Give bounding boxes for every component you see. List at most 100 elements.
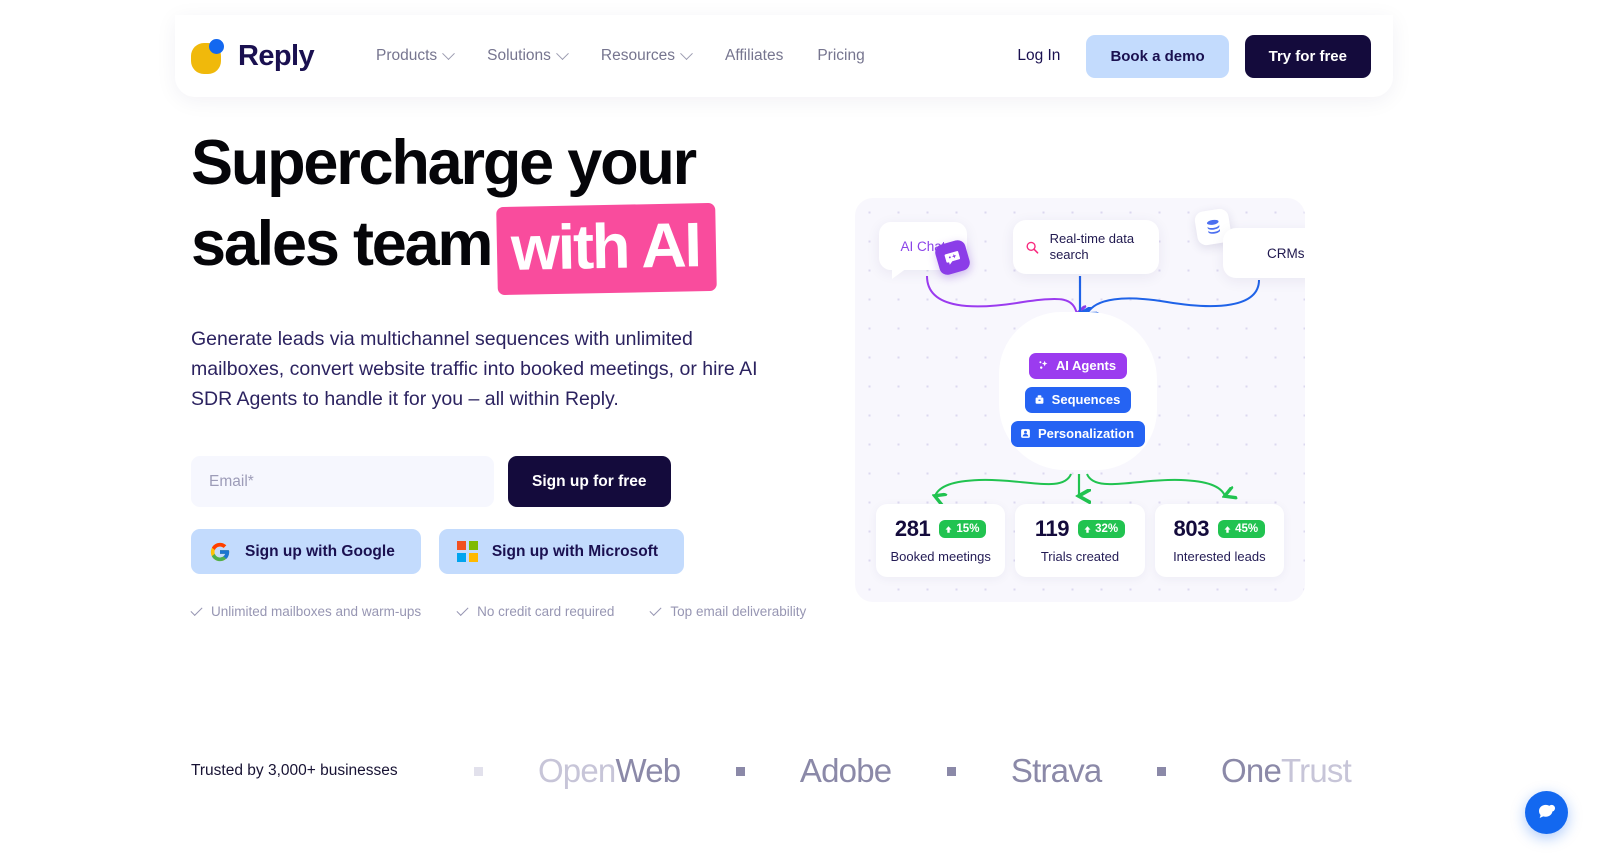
main-nav: Products Solutions Resources Affiliates … (375, 46, 865, 65)
nav-item-affiliates[interactable]: Affiliates (725, 47, 783, 65)
chat-glyph (944, 251, 960, 265)
source-card-crms: CRMs (1223, 228, 1305, 278)
book-demo-button[interactable]: Book a demo (1086, 34, 1229, 78)
check-label: No credit card required (477, 604, 615, 619)
check-icon (456, 603, 469, 617)
stat-card-interested-leads: 803 45% Interested leads (1154, 504, 1284, 577)
logo-adobe: Adobe (799, 752, 892, 789)
search-label: Real-time data search (1049, 231, 1135, 262)
pill-sequences: Sequences (1024, 387, 1132, 413)
pill-ai-agents: AI Agents (1028, 353, 1128, 379)
brand-logo[interactable]: Reply (191, 38, 315, 74)
stat-value: 803 (1173, 516, 1210, 541)
headline-line-2: sales team (191, 209, 493, 279)
sparkle-icon (1039, 360, 1048, 369)
stat-cards: 281 15% Booked meetings 119 32% Trials c… (876, 504, 1284, 577)
database-glyph (1206, 219, 1220, 234)
header-actions: Log In Book a demo Try for free (1007, 34, 1371, 78)
feature-checklist: Unlimited mailboxes and warm-ups No cred… (190, 603, 811, 619)
arrow-up-icon (1224, 525, 1231, 533)
stat-delta: 15% (956, 523, 980, 535)
pill-label: Sequences (1051, 392, 1121, 407)
nav-item-solutions[interactable]: Solutions (487, 46, 569, 65)
nav-label: Resources (600, 47, 676, 64)
stat-card-trials-created: 119 32% Trials created (1015, 504, 1145, 577)
headline-line-1: Supercharge your (191, 128, 697, 198)
chevron-down-icon (680, 46, 693, 60)
source-card-search: Real-time data search (1013, 220, 1159, 274)
separator-dot (946, 766, 956, 776)
trusted-by-strip: Trusted by 3,000+ businesses OpenWeb Ado… (191, 752, 1352, 790)
status-badge: 15% (939, 520, 987, 538)
login-link[interactable]: Log In (1007, 47, 1070, 65)
logo-onetrust-light: Trust (1281, 752, 1352, 789)
microsoft-icon (456, 541, 478, 562)
check-label: Unlimited mailboxes and warm-ups (211, 604, 422, 619)
stat-value: 119 (1034, 516, 1070, 541)
status-badge: 32% (1078, 520, 1126, 538)
trusted-label: Trusted by 3,000+ businesses (191, 762, 398, 779)
brand-name: Reply (238, 39, 315, 72)
pill-label: Personalization (1037, 426, 1135, 441)
check-item: No credit card required (456, 603, 615, 619)
stat-label: Trials created (1040, 549, 1120, 564)
separator-dot (473, 766, 483, 776)
hero-illustration: AI Chat Real-time data search CRMs AI Ag… (855, 198, 1305, 602)
contact-card-icon (1021, 429, 1030, 438)
page-title: Supercharge your sales team with AI (191, 124, 811, 296)
status-badge: 45% (1218, 520, 1266, 538)
email-field[interactable] (191, 456, 494, 507)
reply-logo-icon (191, 38, 227, 74)
sign-up-google-button[interactable]: Sign up with Google (191, 529, 421, 574)
separator-dot (1156, 766, 1166, 776)
headline-highlight: with AI (496, 202, 717, 296)
stat-top: 119 32% (1025, 516, 1134, 542)
chat-widget-icon (1539, 804, 1556, 818)
arrow-up-icon (1084, 525, 1091, 533)
check-item: Top email deliverability (649, 603, 807, 619)
hero-subtitle: Generate leads via multichannel sequence… (191, 328, 758, 410)
logo-openweb-light: Open (537, 752, 616, 789)
chat-widget-button[interactable] (1525, 791, 1568, 834)
check-icon (649, 603, 662, 617)
separator-dot (735, 766, 745, 776)
site-header: Reply Products Solutions Resources Affil… (175, 15, 1393, 97)
stat-label: Interested leads (1173, 549, 1266, 564)
logo-openweb: OpenWeb (537, 752, 681, 790)
stat-delta: 45% (1235, 523, 1259, 535)
check-icon (190, 603, 203, 617)
hero-content: Supercharge your sales team with AI Gener… (190, 124, 811, 619)
chevron-down-icon (442, 46, 456, 60)
nav-label: Solutions (487, 47, 551, 64)
stat-top: 281 15% (886, 516, 995, 542)
stat-top: 803 45% (1165, 516, 1274, 542)
google-label: Sign up with Google (245, 542, 395, 560)
check-item: Unlimited mailboxes and warm-ups (190, 603, 422, 619)
nav-item-resources[interactable]: Resources (600, 46, 693, 65)
try-for-free-button[interactable]: Try for free (1244, 34, 1371, 78)
logo-onetrust: OneTrust (1221, 752, 1352, 790)
crms-label: CRMs (1267, 245, 1305, 261)
nav-item-products[interactable]: Products (375, 46, 456, 65)
google-icon (210, 542, 230, 561)
hub-pills: AI Agents Sequences Personalization (999, 353, 1157, 447)
arrow-up-icon (945, 525, 952, 533)
stat-value: 281 (894, 516, 931, 541)
nav-label: Affiliates (725, 47, 784, 64)
stat-card-booked-meetings: 281 15% Booked meetings (876, 504, 1006, 577)
stat-label: Booked meetings (890, 549, 991, 564)
chevron-down-icon (556, 46, 569, 60)
sign-up-free-button[interactable]: Sign up for free (508, 456, 671, 507)
pill-label: AI Agents (1055, 358, 1117, 373)
search-icon (1026, 241, 1039, 254)
social-signup-row: Sign up with Google Sign up with Microso… (191, 529, 811, 574)
sign-up-microsoft-button[interactable]: Sign up with Microsoft (438, 529, 685, 574)
signup-form: Sign up for free (191, 456, 811, 507)
check-label: Top email deliverability (670, 604, 807, 619)
logo-strava: Strava (1010, 752, 1102, 789)
nav-label: Products (375, 47, 438, 64)
logo-openweb-dark: Web (615, 752, 681, 789)
nav-item-pricing[interactable]: Pricing (817, 47, 864, 65)
pill-personalization: Personalization (1010, 421, 1146, 447)
logo-onetrust-dark: One (1221, 752, 1282, 789)
